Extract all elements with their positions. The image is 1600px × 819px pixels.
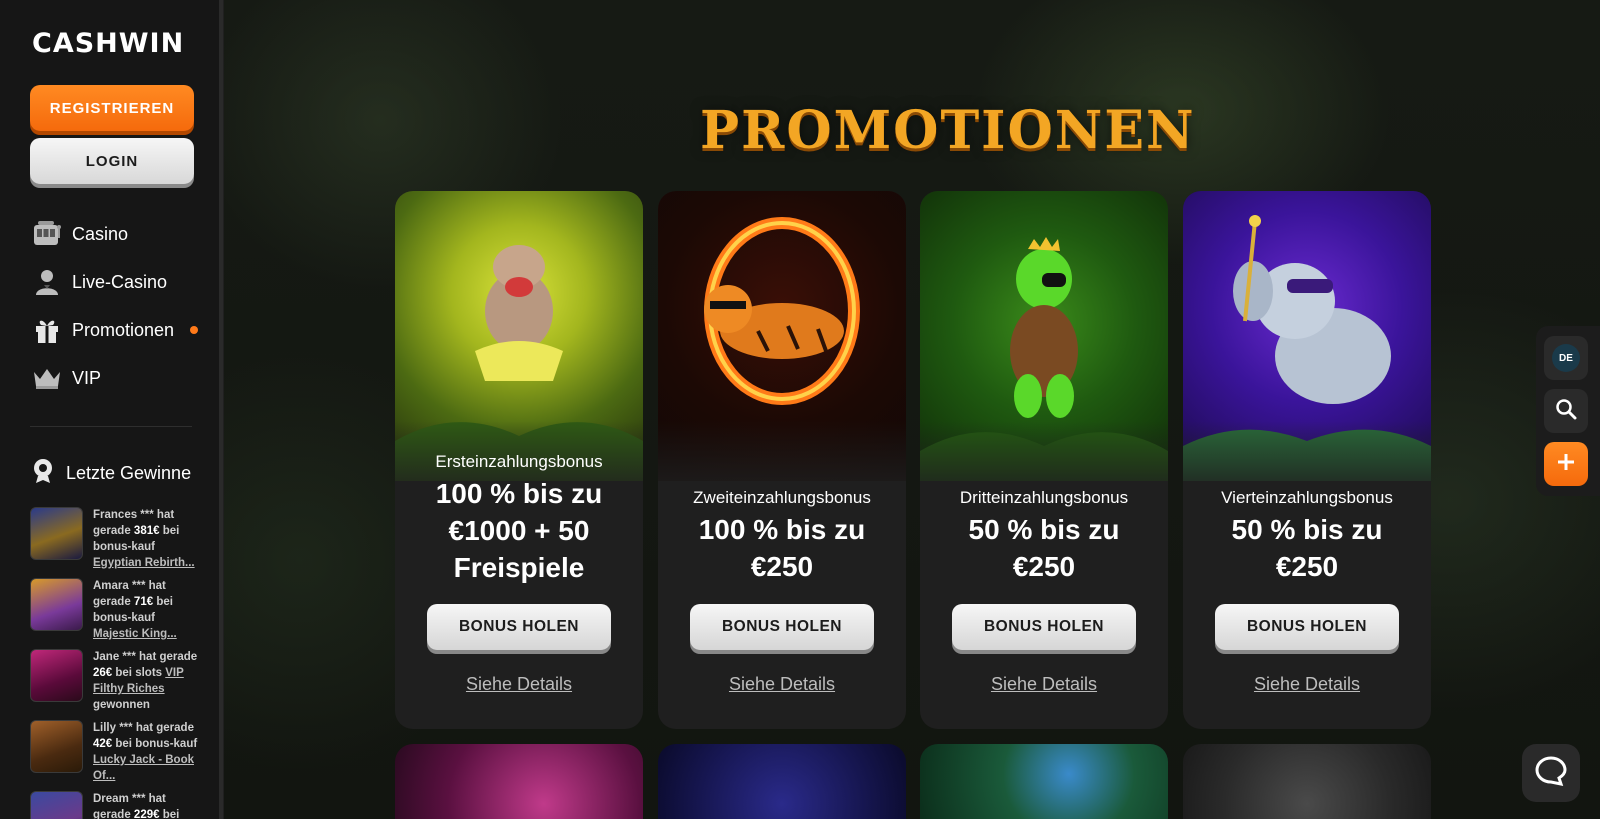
see-details-link[interactable]: Siehe Details bbox=[1183, 674, 1431, 695]
game-thumbnail[interactable] bbox=[30, 791, 83, 819]
game-thumbnail[interactable] bbox=[30, 507, 83, 560]
recent-wins-heading: Letzte Gewinne bbox=[32, 458, 191, 489]
promo-headline: 100 % bis zu €1000 + 50 Freispiele bbox=[435, 478, 603, 583]
promo-card-row2[interactable] bbox=[1183, 744, 1431, 819]
crown-icon bbox=[32, 363, 62, 393]
winner-text: Lilly *** hat gerade 42€ bei bonus-kauf … bbox=[93, 722, 198, 782]
winner-text: Jane *** hat gerade 26€ bei slots VIP Fi… bbox=[93, 651, 198, 711]
promo-card-row2[interactable] bbox=[658, 744, 906, 819]
sidebar-item-label: Live-Casino bbox=[72, 271, 168, 292]
list-item[interactable]: Dream *** hat gerade 229€ bei bbox=[30, 791, 205, 819]
right-toolbar: DE bbox=[1536, 326, 1600, 496]
login-button[interactable]: LOGIN bbox=[30, 138, 194, 184]
sidebar-divider bbox=[30, 426, 192, 427]
game-thumbnail[interactable] bbox=[30, 578, 83, 631]
promo-card-second-deposit[interactable]: Zweiteinzahlungsbonus 100 % bis zu €250 … bbox=[658, 191, 906, 729]
dealer-icon bbox=[32, 267, 62, 297]
game-thumbnail[interactable] bbox=[30, 720, 83, 773]
sidebar-item-promotionen[interactable]: Promotionen bbox=[32, 314, 212, 346]
sidebar-item-live-casino[interactable]: Live-Casino bbox=[32, 266, 212, 298]
list-item[interactable]: Amara *** hat gerade 71€ bei bonus-kauf … bbox=[30, 578, 205, 642]
promo-headline: 50 % bis zu €250 bbox=[968, 514, 1120, 582]
sidebar-item-label: Promotionen bbox=[72, 319, 175, 340]
promo-subtitle: Zweiteinzahlungsbonus bbox=[693, 488, 871, 507]
promo-subtitle: Ersteinzahlungsbonus bbox=[435, 452, 603, 471]
see-details-link[interactable]: Siehe Details bbox=[658, 674, 906, 695]
winner-text: Amara *** hat gerade 71€ bei bonus-kauf … bbox=[93, 580, 177, 640]
promo-subtitle: Dritteinzahlungsbonus bbox=[959, 488, 1129, 507]
promo-subtitle: Vierteinzahlungsbonus bbox=[1221, 488, 1393, 507]
winner-text: Frances *** hat gerade 381€ bei bonus-ka… bbox=[93, 509, 195, 569]
page-title: PROMOTIONEN bbox=[700, 100, 1196, 161]
sidebar: CASHWIN REGISTRIEREN LOGIN Casino Live-C… bbox=[0, 0, 224, 819]
list-item[interactable]: Lilly *** hat gerade 42€ bei bonus-kauf … bbox=[30, 720, 205, 784]
promo-card-first-deposit[interactable]: Ersteinzahlungsbonus 100 % bis zu €1000 … bbox=[395, 191, 643, 729]
claim-bonus-button[interactable]: BONUS HOLEN bbox=[1215, 604, 1399, 650]
promo-card-fourth-deposit[interactable]: Vierteinzahlungsbonus 50 % bis zu €250 B… bbox=[1183, 191, 1431, 729]
promo-headline: 100 % bis zu €250 bbox=[698, 514, 866, 582]
promo-card-row2[interactable] bbox=[395, 744, 643, 819]
winner-text: Dream *** hat gerade 229€ bei bbox=[93, 793, 180, 819]
chat-bubble-icon bbox=[1535, 755, 1567, 791]
see-details-link[interactable]: Siehe Details bbox=[395, 674, 643, 695]
game-link[interactable]: Egyptian Rebirth... bbox=[93, 557, 195, 569]
sidebar-item-label: VIP bbox=[72, 367, 102, 388]
promo-card-third-deposit[interactable]: Dritteinzahlungsbonus 50 % bis zu €250 B… bbox=[920, 191, 1168, 729]
brand-logo[interactable]: CASHWIN bbox=[32, 28, 184, 59]
search-icon bbox=[1555, 398, 1577, 425]
promo-card-row2[interactable] bbox=[920, 744, 1168, 819]
live-chat-button[interactable] bbox=[1522, 744, 1580, 802]
language-button[interactable]: DE bbox=[1544, 336, 1588, 380]
claim-bonus-button[interactable]: BONUS HOLEN bbox=[427, 604, 611, 650]
sidebar-item-label: Casino bbox=[72, 223, 129, 244]
search-button[interactable] bbox=[1544, 389, 1588, 433]
trophy-icon bbox=[32, 458, 54, 489]
language-flag-icon: DE bbox=[1552, 344, 1580, 372]
sidebar-item-casino[interactable]: Casino bbox=[32, 218, 212, 250]
register-button[interactable]: REGISTRIEREN bbox=[30, 85, 194, 131]
gift-icon bbox=[32, 315, 62, 345]
promo-headline: 50 % bis zu €250 bbox=[1231, 514, 1383, 582]
notification-dot bbox=[190, 326, 199, 334]
claim-bonus-button[interactable]: BONUS HOLEN bbox=[690, 604, 874, 650]
see-details-link[interactable]: Siehe Details bbox=[920, 674, 1168, 695]
sidebar-scrollbar[interactable] bbox=[219, 0, 223, 819]
plus-icon bbox=[1556, 452, 1576, 477]
game-link[interactable]: Lucky Jack - Book Of... bbox=[93, 754, 194, 782]
add-button[interactable] bbox=[1544, 442, 1588, 486]
game-link[interactable]: Majestic King... bbox=[93, 628, 177, 640]
list-item[interactable]: Frances *** hat gerade 381€ bei bonus-ka… bbox=[30, 507, 205, 571]
game-thumbnail[interactable] bbox=[30, 649, 83, 702]
slot-machine-icon bbox=[32, 219, 62, 249]
recent-wins-title: Letzte Gewinne bbox=[66, 463, 192, 483]
sidebar-item-vip[interactable]: VIP bbox=[32, 362, 212, 394]
claim-bonus-button[interactable]: BONUS HOLEN bbox=[952, 604, 1136, 650]
list-item[interactable]: Jane *** hat gerade 26€ bei slots VIP Fi… bbox=[30, 649, 205, 713]
